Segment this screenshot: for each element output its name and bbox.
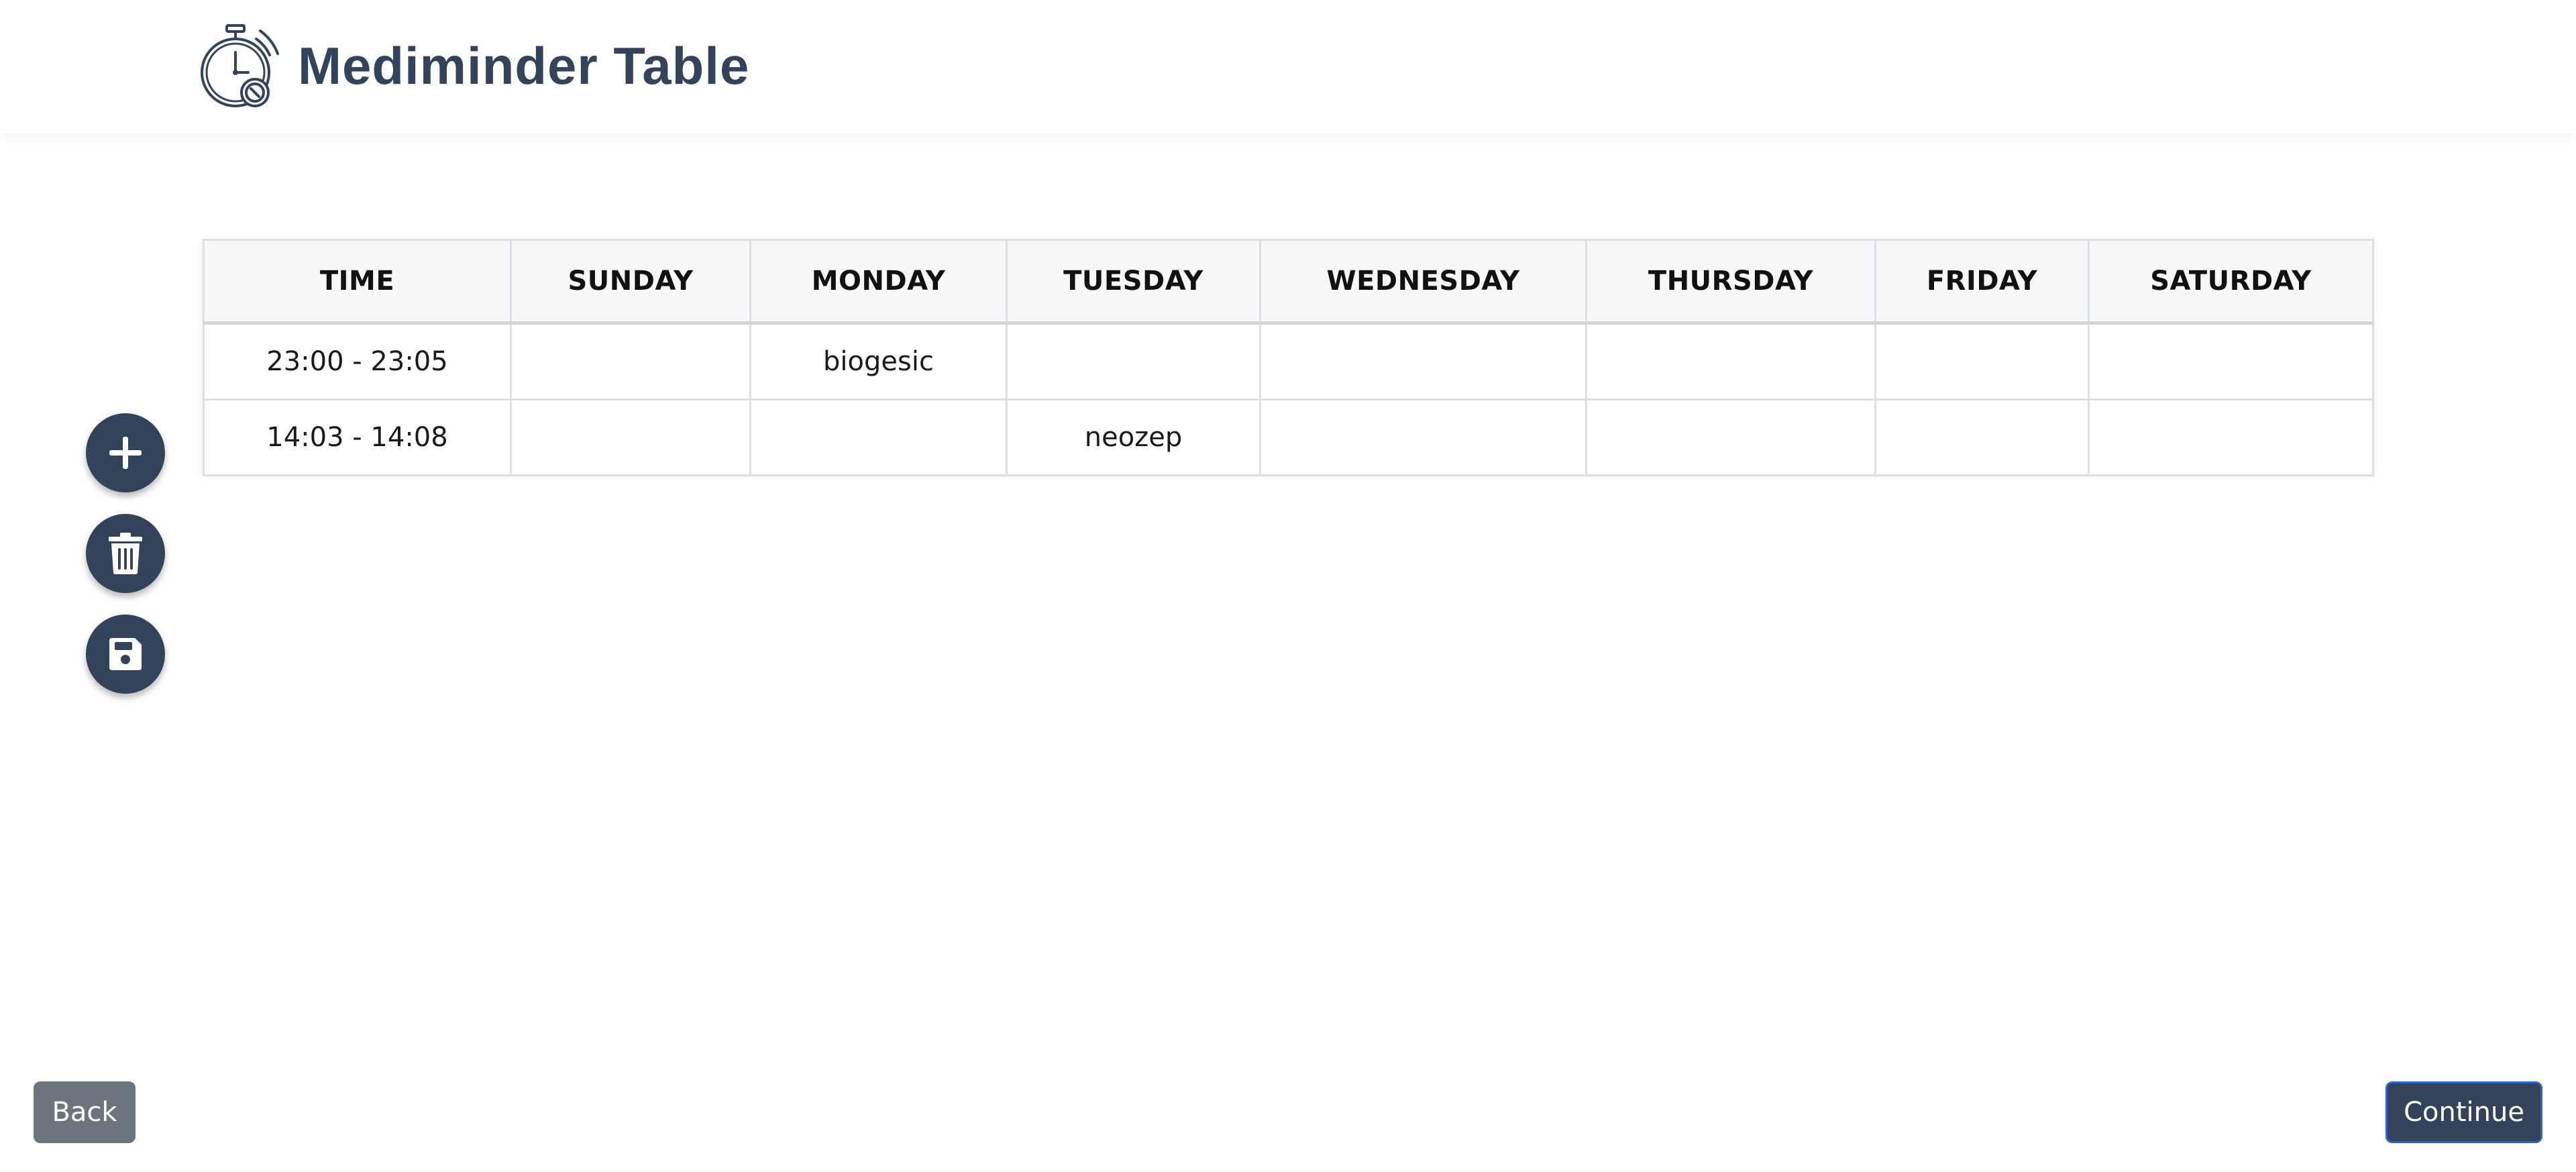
column-header-wednesday: WEDNESDAY — [1259, 239, 1587, 325]
app-header: Mediminder Table — [0, 0, 2576, 133]
schedule-cell-saturday[interactable] — [2088, 322, 2374, 401]
table-header-row: TIME SUNDAY MONDAY TUESDAY WEDNESDAY THU… — [203, 239, 2374, 325]
back-button[interactable]: Back — [34, 1081, 136, 1143]
table-row[interactable]: 14:03 - 14:08 neozep — [203, 398, 2374, 476]
schedule-cell-tuesday[interactable]: neozep — [1006, 398, 1261, 476]
column-header-friday: FRIDAY — [1874, 239, 2090, 325]
schedule-cell-thursday[interactable] — [1585, 322, 1876, 401]
schedule-cell-sunday[interactable] — [510, 322, 751, 401]
column-header-monday: MONDAY — [749, 239, 1008, 325]
stopwatch-pill-icon — [201, 24, 279, 107]
column-header-time: TIME — [203, 239, 512, 325]
column-header-sunday: SUNDAY — [510, 239, 751, 325]
time-cell[interactable]: 23:00 - 23:05 — [203, 322, 512, 401]
schedule-cell-saturday[interactable] — [2088, 398, 2374, 476]
schedule-cell-tuesday[interactable] — [1006, 322, 1261, 401]
schedule-cell-friday[interactable] — [1874, 398, 2090, 476]
schedule-cell-wednesday[interactable] — [1259, 398, 1587, 476]
save-button[interactable] — [86, 615, 165, 694]
schedule-table: TIME SUNDAY MONDAY TUESDAY WEDNESDAY THU… — [203, 239, 2374, 476]
column-header-thursday: THURSDAY — [1585, 239, 1876, 325]
plus-icon — [109, 437, 142, 469]
add-row-button[interactable] — [86, 413, 165, 492]
schedule-cell-friday[interactable] — [1874, 322, 2090, 401]
schedule-cell-monday[interactable]: biogesic — [749, 322, 1008, 401]
schedule-cell-sunday[interactable] — [510, 398, 751, 476]
continue-button[interactable]: Continue — [2385, 1081, 2542, 1143]
column-header-tuesday: TUESDAY — [1006, 239, 1261, 325]
column-header-saturday: SATURDAY — [2088, 239, 2374, 325]
delete-row-button[interactable] — [86, 514, 165, 593]
time-cell[interactable]: 14:03 - 14:08 — [203, 398, 512, 476]
schedule-cell-monday[interactable] — [749, 398, 1008, 476]
floppy-disk-icon — [109, 638, 142, 670]
table-row[interactable]: 23:00 - 23:05 biogesic — [203, 322, 2374, 401]
page-title: Mediminder Table — [298, 36, 750, 95]
schedule-cell-wednesday[interactable] — [1259, 322, 1587, 401]
schedule-table-container: TIME SUNDAY MONDAY TUESDAY WEDNESDAY THU… — [203, 239, 2374, 476]
schedule-cell-thursday[interactable] — [1585, 398, 1876, 476]
trash-icon — [109, 533, 142, 574]
